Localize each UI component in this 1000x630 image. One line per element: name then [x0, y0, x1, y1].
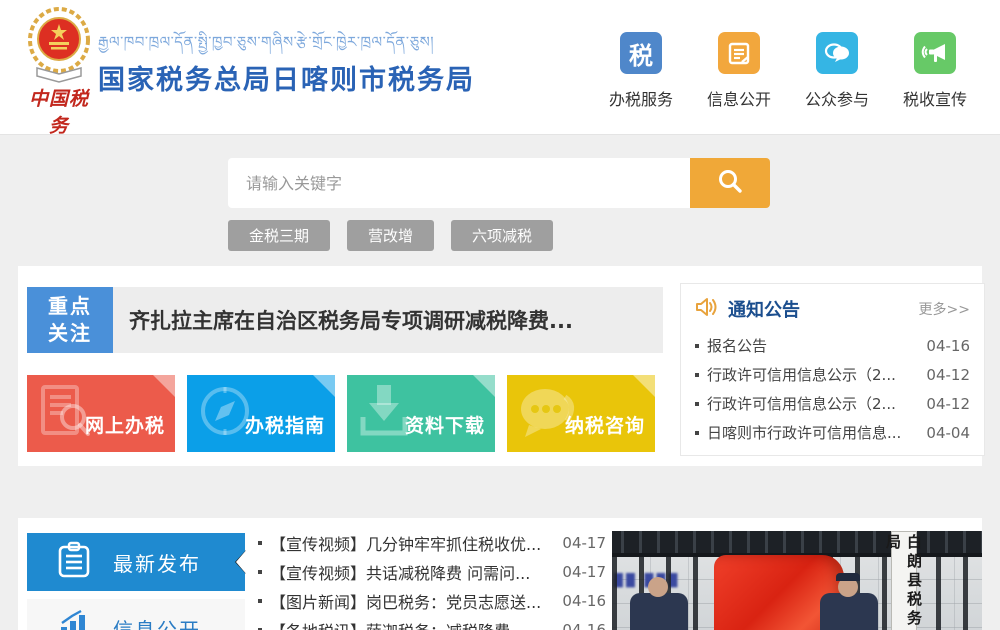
tab-info-disclosure[interactable]: 信息公开 — [27, 599, 245, 630]
active-tab-arrow-icon — [235, 550, 246, 574]
bullet-icon — [258, 570, 262, 574]
notepad-icon — [718, 32, 760, 74]
main-content: 重点 关注 齐扎拉主席在自治区税务局专项调研减税降费... 网上办税 — [18, 266, 982, 466]
latest-news-section: 最新发布 信息公开 【宣传视频】几分钟牢牢抓住税收优... 04-17 【宣传视… — [18, 518, 982, 630]
tile-downloads[interactable]: 资料下载 — [347, 375, 495, 452]
key-focus-badge: 重点 关注 — [27, 287, 113, 353]
speaker-icon — [695, 296, 719, 322]
tag-six-tax-cuts[interactable]: 六项减税 — [451, 220, 553, 251]
tag-vat-reform[interactable]: 营改增 — [347, 220, 434, 251]
tile-online-tax[interactable]: 网上办税 — [27, 375, 175, 452]
site-title: 国家税务总局日喀则市税务局 — [98, 58, 475, 97]
notice-item[interactable]: 日喀则市行政许可信用信息... 04-04 — [695, 418, 970, 447]
news-item[interactable]: 【宣传视频】共话减税降费 问需问... 04-17 — [258, 557, 606, 586]
tag-golden-tax-3[interactable]: 金税三期 — [228, 220, 330, 251]
tibetan-title: རྒྱལ་ཁབ་ཁྲལ་དོན་སྤྱི་ཁྱབ་ཅུས་གཞིས་རྩེ་གྲ… — [98, 26, 475, 52]
search-button[interactable] — [690, 158, 770, 208]
notice-item[interactable]: 报名公告 04-16 — [695, 331, 970, 360]
search-section: 金税三期 营改增 六项减税 — [0, 136, 1000, 265]
nav-item-tax-service[interactable]: 税 办税服务 — [592, 32, 690, 110]
news-item[interactable]: 【宣传视频】几分钟牢牢抓住税收优... 04-17 — [258, 528, 606, 557]
focus-headline-link[interactable]: 齐扎拉主席在自治区税务局专项调研减税降费... — [113, 287, 663, 353]
tab-latest-release[interactable]: 最新发布 — [27, 533, 245, 591]
nav-item-info-disclosure[interactable]: 信息公开 — [690, 32, 788, 110]
photo-person-right — [820, 593, 878, 630]
nav-item-tax-promotion[interactable]: 税收宣传 — [886, 32, 984, 110]
bullet-icon — [695, 344, 699, 348]
notice-title: 通知公告 — [728, 296, 919, 322]
clipboard-icon — [57, 541, 91, 583]
news-item[interactable]: 【各地税讯】萨迦税务：减税降费... 04-16 — [258, 615, 606, 630]
top-nav: 税 办税服务 信息公开 — [592, 32, 984, 110]
bullet-icon — [695, 402, 699, 406]
site-header: 中国税务 རྒྱལ་ཁབ་ཁྲལ་དོན་སྤྱི་ཁྱབ་ཅུས་གཞིས་ར… — [0, 0, 1000, 135]
bullet-icon — [258, 541, 262, 545]
search-input[interactable] — [228, 158, 690, 208]
bullet-icon — [695, 431, 699, 435]
notice-item[interactable]: 行政许可信用信息公示（2... 04-12 — [695, 389, 970, 418]
bullet-icon — [258, 599, 262, 603]
news-photo-unveiling-ceremony[interactable]: ▉▉ ▉▉▉ 白朗县税务局 — [612, 531, 982, 630]
nav-item-public-participation[interactable]: 公众参与 — [788, 32, 886, 110]
megaphone-icon — [914, 32, 956, 74]
notice-panel: 通知公告 更多>> 报名公告 04-16 行政许可信用信息公示（2... 04-… — [680, 283, 985, 456]
tile-tax-guide[interactable]: 办税指南 — [187, 375, 335, 452]
notice-item[interactable]: 行政许可信用信息公示（2... 04-12 — [695, 360, 970, 389]
news-list: 【宣传视频】几分钟牢牢抓住税收优... 04-17 【宣传视频】共话减税降费 问… — [258, 528, 606, 630]
quick-service-tiles: 网上办税 办税指南 资料下载 — [27, 375, 667, 452]
tile-tax-consult[interactable]: 纳税咨询 — [507, 375, 655, 452]
chat-bubbles-icon — [816, 32, 858, 74]
search-icon — [715, 167, 745, 200]
bullet-icon — [695, 373, 699, 377]
photo-office-sign: 白朗县税务局 — [891, 531, 917, 630]
news-item[interactable]: 【图片新闻】岗巴税务：党员志愿送... 04-16 — [258, 586, 606, 615]
logo-caption: 中国税务 — [20, 84, 98, 138]
notice-more-link[interactable]: 更多>> — [919, 299, 970, 319]
bar-chart-icon — [57, 609, 91, 630]
site-logo: 中国税务 — [20, 6, 98, 138]
tax-service-icon: 税 — [620, 32, 662, 74]
hot-search-tags: 金税三期 营改增 六项减税 — [228, 220, 570, 251]
photo-person-left — [630, 593, 688, 630]
